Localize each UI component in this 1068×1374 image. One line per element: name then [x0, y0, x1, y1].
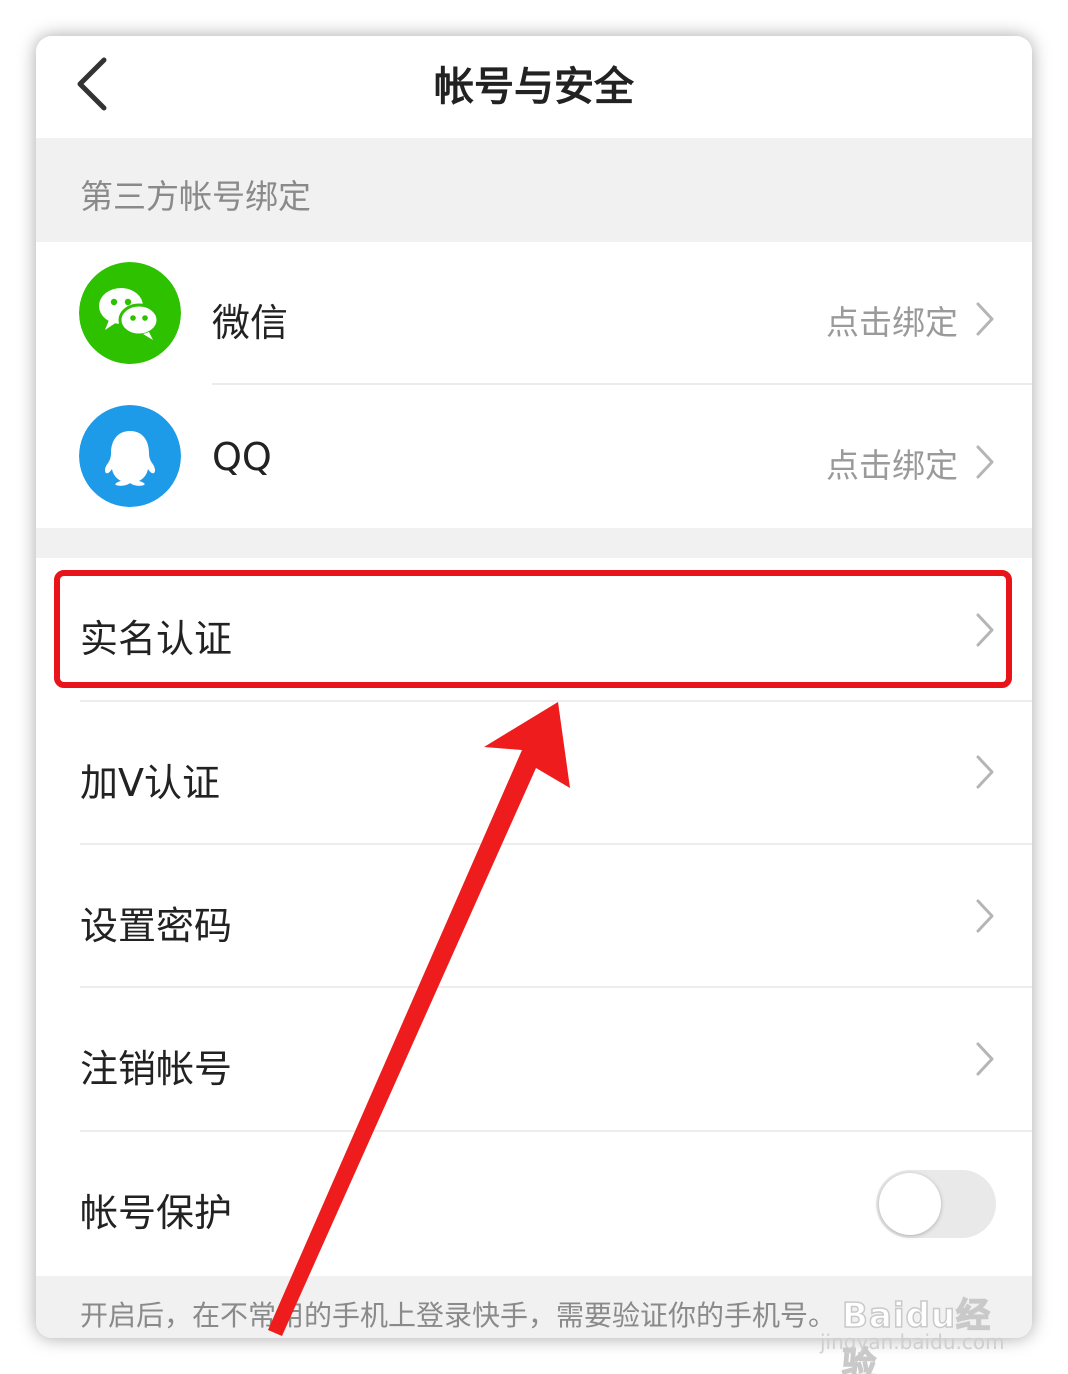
- footer-note: 开启后，在不常用的手机上登录快手，需要验证你的手机号。: [80, 1299, 837, 1332]
- section-title: 第三方帐号绑定: [80, 177, 311, 216]
- menu-item-label: 加V认证: [80, 761, 220, 805]
- menu-item-cancel-account[interactable]: 注销帐号: [36, 988, 1032, 1130]
- chevron-right-icon: [976, 445, 994, 479]
- toggle-knob: [879, 1173, 941, 1235]
- chevron-right-icon: [976, 899, 994, 933]
- menu-item-real-name-verification[interactable]: 实名认证: [36, 558, 1032, 701]
- chevron-right-icon: [976, 302, 994, 336]
- bind-action-qq: 点击绑定: [826, 446, 958, 485]
- watermark-url: jingyan.baidu.com: [820, 1330, 1005, 1354]
- section-gap: [36, 528, 1032, 558]
- navigation-bar: 帐号与安全: [36, 36, 1032, 138]
- section-header-third-party: 第三方帐号绑定: [36, 138, 1032, 242]
- account-protection-toggle[interactable]: [876, 1170, 996, 1238]
- bind-row-wechat[interactable]: 微信 点击绑定: [36, 242, 1032, 385]
- menu-item-v-verification[interactable]: 加V认证: [36, 702, 1032, 844]
- bind-row-qq[interactable]: QQ 点击绑定: [36, 385, 1032, 528]
- chevron-right-icon: [976, 613, 994, 647]
- qq-icon: [79, 405, 181, 507]
- menu-item-label: 注销帐号: [80, 1047, 233, 1091]
- bind-label-wechat: 微信: [212, 301, 289, 345]
- page-title: 帐号与安全: [434, 64, 634, 110]
- phone-screen: 帐号与安全 第三方帐号绑定 微信 点击绑定 QQ 点击绑定 实名认证 加V认证 …: [36, 36, 1032, 1338]
- menu-item-label: 实名认证: [80, 617, 233, 661]
- wechat-icon: [79, 262, 181, 364]
- baidu-watermark: Baidu经验 jingyan.baidu.com: [820, 1258, 1020, 1374]
- setting-row-account-protection: 帐号保护: [36, 1132, 1032, 1276]
- bind-label-qq: QQ: [212, 435, 272, 479]
- menu-item-label: 设置密码: [80, 904, 233, 948]
- bind-action-wechat: 点击绑定: [826, 303, 958, 342]
- setting-label: 帐号保护: [80, 1191, 233, 1235]
- chevron-right-icon: [976, 755, 994, 789]
- menu-item-set-password[interactable]: 设置密码: [36, 845, 1032, 987]
- chevron-right-icon: [976, 1042, 994, 1076]
